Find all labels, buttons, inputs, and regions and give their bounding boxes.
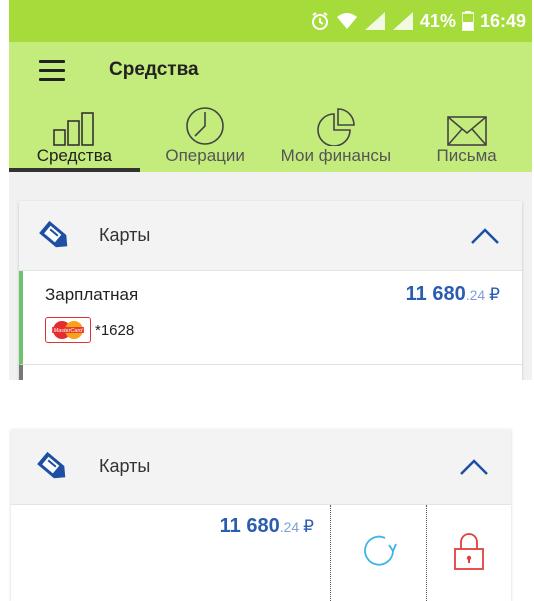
card-mask: *1628 [95,321,135,339]
amount-cents: .24 [279,519,300,535]
amount-cents: .24 [465,287,486,303]
tab-funds[interactable]: Средства [9,98,140,172]
tab-letters[interactable]: Письма [401,98,532,172]
signal-icon [364,11,386,31]
chevron-up-icon[interactable] [459,458,489,476]
clock-time: 16:49 [479,10,526,31]
currency-sign: ₽ [303,517,314,536]
mastercard-logo: MasterCard [45,317,91,343]
card-row[interactable]: Зарплатная 11 680.24 ₽ MasterCard *1628 [19,271,522,365]
tab-bar: Средства Операции Мои финансы Письма [9,98,532,172]
hamburger-icon[interactable] [39,59,65,81]
card-row-swiped[interactable]: 11 680.24 ₽ [11,505,511,601]
lock-button[interactable] [427,505,511,601]
tab-label: Письма [436,146,497,165]
chevron-up-icon[interactable] [470,227,500,245]
refresh-button[interactable] [331,505,427,601]
clock-icon [183,106,227,146]
signal-icon [392,11,414,31]
app-bar: Средства [9,42,532,98]
wifi-icon [336,12,358,30]
card-tag-icon [37,218,73,254]
tab-operations[interactable]: Операции [140,98,271,172]
section-title: Карты [99,456,151,476]
card-balance: 11 680.24 ₽ [220,515,314,538]
tab-label: Средства [36,146,113,165]
lock-icon [452,531,486,576]
envelope-icon [446,106,487,146]
card-number: MasterCard *1628 [45,317,522,343]
status-bar: 41% 16:49 [9,0,532,42]
tab-my-finances[interactable]: Мои финансы [271,98,402,172]
tab-label: Мои финансы [280,146,392,165]
battery-percent: 41% [419,10,456,31]
card-tag-icon [35,449,71,485]
section-title: Карты [99,225,151,245]
bar-chart-icon [53,106,95,146]
page-title: Средства [109,59,199,80]
app-screen: 41% 16:49 Средства Средства Операции Мои… [9,0,532,380]
svg-text:MasterCard: MasterCard [54,328,84,334]
cards-section-header[interactable]: Карты [19,201,522,271]
card-balance: 11 680.24 ₽ [406,283,500,306]
currency-sign: ₽ [489,285,500,304]
pie-chart-icon [314,106,358,146]
cards-section: Карты Зарплатная 11 680.24 ₽ MasterCard *… [19,201,522,380]
cards-section-header[interactable]: Карты [11,429,511,505]
amount-integer: 11 680 [219,515,280,537]
card-row-partial[interactable] [19,365,522,380]
refresh-icon [359,531,399,576]
cards-section-swiped: Карты 11 680.24 ₽ [11,429,511,601]
card-row-content[interactable]: 11 680.24 ₽ [11,505,331,601]
battery-icon [461,11,474,31]
amount-integer: 11 680 [405,283,466,305]
alarm-icon [310,11,330,31]
tab-label: Операции [165,146,245,165]
